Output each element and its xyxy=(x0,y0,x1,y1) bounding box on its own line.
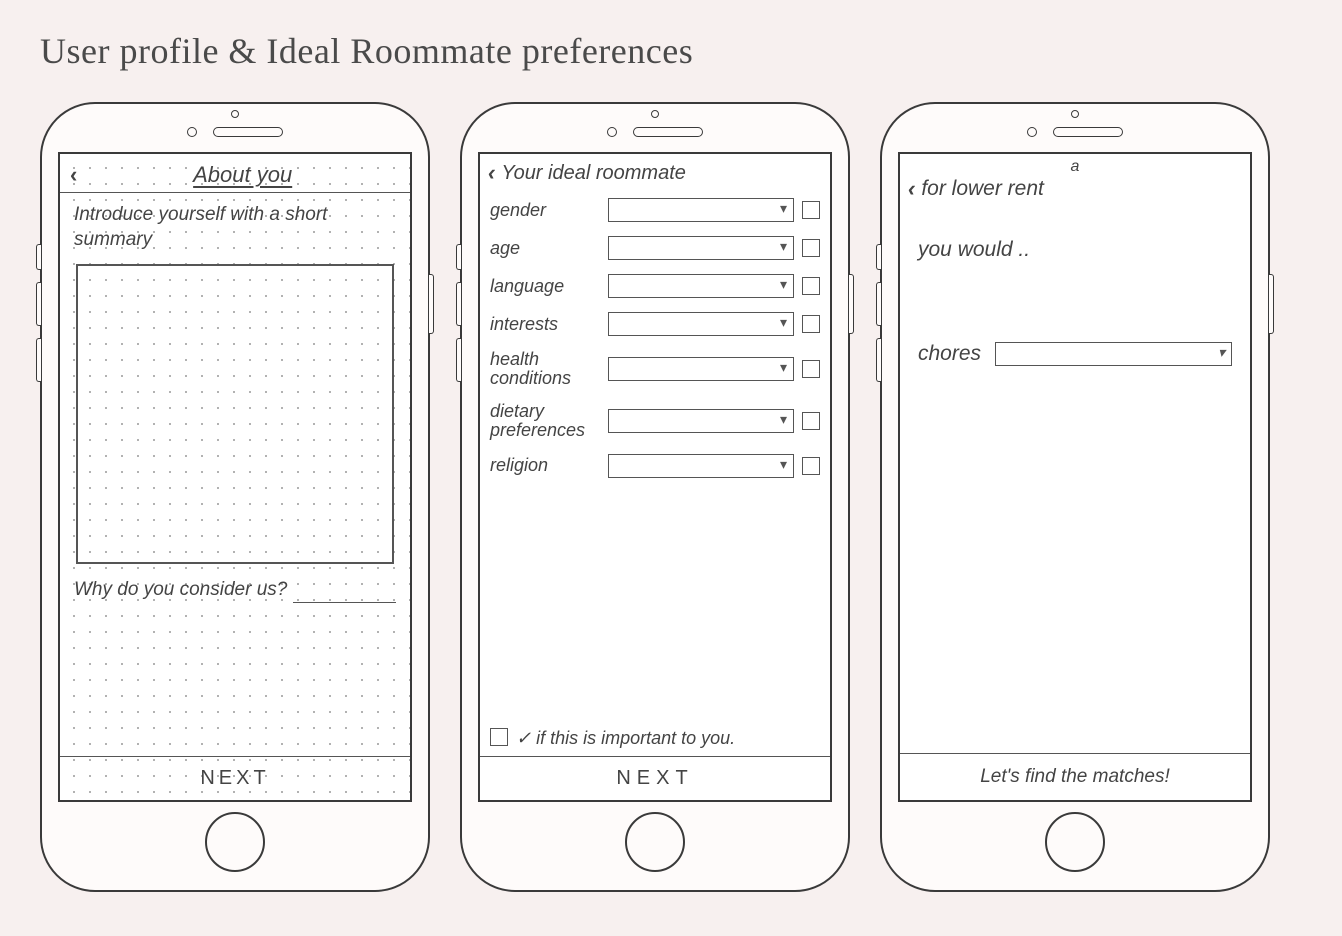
sensor-icon xyxy=(1027,127,1037,137)
language-important-checkbox[interactable] xyxy=(802,277,820,295)
home-button-icon[interactable] xyxy=(625,812,685,872)
pref-row-dietary: dietary preferences xyxy=(490,402,820,440)
find-matches-button[interactable]: Let's find the matches! xyxy=(900,753,1250,800)
side-button-right xyxy=(429,274,434,334)
religion-dropdown[interactable] xyxy=(608,454,794,478)
chores-dropdown[interactable] xyxy=(995,342,1232,366)
header-title: for lower rent xyxy=(921,177,1044,201)
chores-label: chores xyxy=(918,342,981,366)
pref-row-language: language xyxy=(490,274,820,298)
sensor-icon xyxy=(187,127,197,137)
pref-row-gender: gender xyxy=(490,198,820,222)
gender-dropdown[interactable] xyxy=(608,198,794,222)
age-important-checkbox[interactable] xyxy=(802,239,820,257)
pref-label: language xyxy=(490,277,600,296)
body: you would .. chores xyxy=(900,208,1250,753)
hint-text: ✓ if this is important to you. xyxy=(516,728,735,750)
side-buttons-left xyxy=(456,244,461,382)
speaker-icon xyxy=(1053,127,1123,137)
next-button[interactable]: NEXT xyxy=(60,756,410,800)
phone-top-hardware xyxy=(187,118,283,146)
side-buttons-left xyxy=(876,244,881,382)
dietary-dropdown[interactable] xyxy=(608,409,794,433)
header-bar: ‹ About you xyxy=(60,154,410,193)
header-superscript: a xyxy=(900,154,1250,176)
phone-frame-2: ‹ Your ideal roommate gender age languag… xyxy=(460,102,850,892)
intro-prompt: Introduce yourself with a short summary xyxy=(60,193,410,256)
age-dropdown[interactable] xyxy=(608,236,794,260)
side-button-right xyxy=(849,274,854,334)
hint-checkbox-icon xyxy=(490,728,508,746)
summary-textarea[interactable] xyxy=(76,264,394,564)
back-icon[interactable]: ‹ xyxy=(70,162,77,188)
dietary-important-checkbox[interactable] xyxy=(802,412,820,430)
preferences-list: gender age language interests xyxy=(480,192,830,714)
camera-icon xyxy=(651,110,659,118)
pref-label: age xyxy=(490,239,600,258)
header-bar: ‹ for lower rent xyxy=(900,176,1250,208)
header-title: Your ideal roommate xyxy=(501,162,686,185)
health-important-checkbox[interactable] xyxy=(802,360,820,378)
wireframe-row: ‹ About you Introduce yourself with a sh… xyxy=(40,102,1302,892)
important-hint: ✓ if this is important to you. xyxy=(480,714,830,756)
side-button-right xyxy=(1269,274,1274,334)
header-bar: ‹ Your ideal roommate xyxy=(480,154,830,192)
phone-top-hardware xyxy=(1027,118,1123,146)
next-button[interactable]: NEXT xyxy=(480,756,830,800)
side-buttons-left xyxy=(36,244,41,382)
phone-top-hardware xyxy=(607,118,703,146)
gender-important-checkbox[interactable] xyxy=(802,201,820,219)
pref-row-religion: religion xyxy=(490,454,820,478)
speaker-icon xyxy=(633,127,703,137)
home-button-icon[interactable] xyxy=(205,812,265,872)
phone-frame-3: a ‹ for lower rent you would .. chores L… xyxy=(880,102,1270,892)
page-title: User profile & Ideal Roommate preference… xyxy=(40,30,1302,72)
pref-label: gender xyxy=(490,201,600,220)
pref-row-health: health conditions xyxy=(490,350,820,388)
health-dropdown[interactable] xyxy=(608,357,794,381)
why-question-label: Why do you consider us? xyxy=(74,578,287,603)
back-icon[interactable]: ‹ xyxy=(908,176,915,202)
pref-row-age: age xyxy=(490,236,820,260)
screen-ideal-roommate: ‹ Your ideal roommate gender age languag… xyxy=(478,152,832,802)
back-icon[interactable]: ‹ xyxy=(488,160,495,186)
interests-important-checkbox[interactable] xyxy=(802,315,820,333)
pref-label: interests xyxy=(490,315,600,334)
speaker-icon xyxy=(213,127,283,137)
you-would-label: you would .. xyxy=(918,238,1232,262)
camera-icon xyxy=(1071,110,1079,118)
pref-row-interests: interests xyxy=(490,312,820,336)
chores-row: chores xyxy=(918,342,1232,366)
pref-label: dietary preferences xyxy=(490,402,600,440)
interests-dropdown[interactable] xyxy=(608,312,794,336)
screen-about-you: ‹ About you Introduce yourself with a sh… xyxy=(58,152,412,802)
phone-frame-1: ‹ About you Introduce yourself with a sh… xyxy=(40,102,430,892)
pref-label: health conditions xyxy=(490,350,600,388)
language-dropdown[interactable] xyxy=(608,274,794,298)
religion-important-checkbox[interactable] xyxy=(802,457,820,475)
pref-label: religion xyxy=(490,456,600,475)
why-question-row: Why do you consider us? xyxy=(60,572,410,603)
home-button-icon[interactable] xyxy=(1045,812,1105,872)
sensor-icon xyxy=(607,127,617,137)
screen-lower-rent: a ‹ for lower rent you would .. chores L… xyxy=(898,152,1252,802)
camera-icon xyxy=(231,110,239,118)
why-answer-input[interactable] xyxy=(293,585,396,603)
header-title: About you xyxy=(85,162,400,188)
